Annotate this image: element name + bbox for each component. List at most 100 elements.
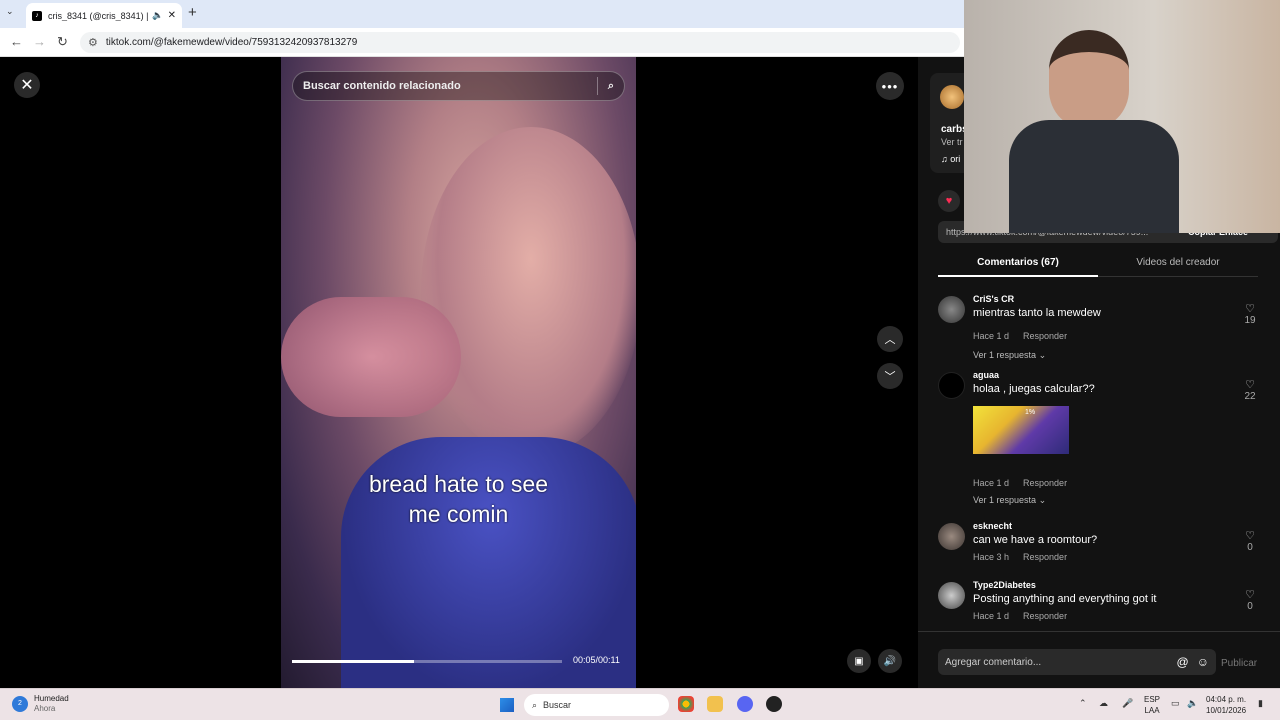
browser-tab-active[interactable]: ♪ cris_8341 (@cris_8341) | Tik 🔈 ✕ [26, 3, 182, 28]
new-tab-icon[interactable]: + [188, 4, 197, 21]
view-replies-label: Ver 1 respuesta [973, 495, 1037, 505]
reload-icon[interactable]: ↻ [57, 34, 68, 50]
weather-widget[interactable]: 2 Humedad Ahora [12, 694, 69, 714]
previous-video-button[interactable]: ︿ [877, 326, 903, 352]
avatar[interactable] [938, 296, 965, 323]
author-translate-link[interactable]: Ver tr [941, 137, 963, 147]
search-icon[interactable]: ⌕ [608, 80, 614, 93]
comment-text: mientras tanto la mewdew [973, 307, 1101, 319]
video-player[interactable]: Buscar contenido relacionado ⌕ bread hat… [281, 57, 636, 688]
tab-comments[interactable]: Comentarios (67) [938, 253, 1098, 277]
volume-icon: 🔊 [883, 655, 897, 667]
related-search-field[interactable]: Buscar contenido relacionado ⌕ [292, 71, 625, 101]
tiktok-favicon-icon: ♪ [32, 10, 42, 21]
windows-start-icon[interactable] [500, 698, 514, 712]
weather-sub: Ahora [34, 704, 56, 713]
comment-author[interactable]: esknecht [973, 521, 1012, 531]
app-icon[interactable] [766, 696, 782, 712]
comment-meta: Hace 3 h Responder [973, 552, 1081, 562]
taskbar: 2 Humedad Ahora ⌕ Buscar ⌃ ☁ 🎤 ESP LAA ▭… [0, 688, 1280, 720]
pip-icon: ▣ [854, 655, 864, 667]
chrome-icon[interactable] [678, 696, 694, 712]
comment-author[interactable]: Type2Diabetes [973, 580, 1036, 590]
music-note-icon: ♫ [941, 154, 948, 164]
video-stage: ✕ Buscar contenido relacionado ⌕ bread h… [0, 57, 918, 688]
video-time: 00:05/00:11 [573, 655, 620, 665]
avatar[interactable] [938, 372, 965, 399]
mention-icon[interactable]: @ [1177, 655, 1189, 669]
view-replies-button[interactable]: Ver 1 respuesta ⌄ [973, 350, 1046, 361]
comment-author[interactable]: aguaa [973, 370, 999, 380]
comment-meta: Hace 1 d Responder [973, 331, 1081, 341]
view-replies-button[interactable]: Ver 1 respuesta ⌄ [973, 495, 1046, 506]
reply-button[interactable]: Responder [1023, 331, 1067, 341]
weather-title: Humedad [34, 694, 69, 703]
author-avatar[interactable] [940, 85, 964, 109]
reply-button[interactable]: Responder [1023, 478, 1067, 488]
clock[interactable]: 04:04 p. m. 10/01/2026 [1206, 694, 1246, 716]
tab-search-icon[interactable]: ⌄ [6, 6, 14, 17]
tray-chevron-up-icon[interactable]: ⌃ [1079, 698, 1087, 709]
speaker-icon[interactable]: 🔈 [152, 10, 163, 21]
discord-icon[interactable] [737, 696, 753, 712]
volume-button[interactable]: 🔊 [878, 649, 902, 673]
search-icon: ⌕ [532, 699, 538, 710]
emoji-icon[interactable]: ☺ [1197, 655, 1209, 669]
music-row[interactable]: ♫ ori [941, 154, 960, 164]
comment-item: aguaa holaa , juegas calcular?? 1% Hace … [938, 370, 1268, 515]
reply-button[interactable]: Responder [1023, 611, 1067, 621]
clock-time: 04:04 p. m. [1206, 695, 1247, 704]
url-field[interactable]: ⚙ tiktok.com/@fakemewdew/video/759313242… [80, 32, 960, 53]
microphone-icon[interactable]: 🎤 [1122, 698, 1133, 709]
comment-author[interactable]: CriS's CR [973, 294, 1014, 304]
close-tab-icon[interactable]: ✕ [168, 10, 176, 21]
video-progress-bar[interactable] [292, 660, 562, 663]
back-icon[interactable]: ← [10, 34, 23, 49]
comments-list[interactable]: CriS's CR mientras tanto la mewdew Hace … [918, 289, 1280, 631]
tab-creator-videos[interactable]: Videos del creador [1098, 253, 1258, 277]
onedrive-icon[interactable]: ☁ [1099, 698, 1108, 709]
heart-outline-icon: ♡ [1245, 530, 1255, 542]
music-label: ori [950, 154, 961, 164]
video-progress-fill [292, 660, 414, 663]
view-replies-label: Ver 1 respuesta [973, 350, 1037, 360]
comment-time: Hace 1 d [973, 331, 1010, 341]
like-video-button[interactable]: ♥ [938, 190, 960, 212]
comment-item: CriS's CR mientras tanto la mewdew Hace … [938, 294, 1268, 364]
reply-button[interactable]: Responder [1023, 552, 1067, 562]
clock-date: 10/01/2026 [1206, 706, 1247, 715]
comment-time: Hace 1 d [973, 611, 1010, 621]
taskbar-search[interactable]: ⌕ Buscar [524, 694, 669, 716]
heart-icon: ♥ [945, 195, 953, 207]
file-explorer-icon[interactable] [707, 696, 723, 712]
like-count: 22 [1244, 391, 1256, 402]
language-indicator[interactable]: ESP LAA [1144, 694, 1160, 716]
add-comment-input[interactable]: Agregar comentario... @ ☺ [938, 649, 1216, 675]
network-icon[interactable]: ▭ [1171, 698, 1180, 709]
close-video-button[interactable]: ✕ [14, 72, 40, 98]
comment-like[interactable]: ♡ 0 [1238, 529, 1262, 553]
comment-like[interactable]: ♡ 22 [1238, 378, 1262, 402]
publish-button[interactable]: Publicar [1221, 658, 1257, 669]
next-video-button[interactable]: ﹀ [877, 363, 903, 389]
comment-item: esknecht can we have a roomtour? Hace 3 … [938, 521, 1268, 571]
site-info-icon[interactable]: ⚙ [88, 36, 98, 49]
notification-icon[interactable]: ▮ [1258, 698, 1263, 709]
comment-text: Posting anything and everything got it [973, 593, 1157, 605]
chevron-down-icon: ⌄ [1038, 350, 1047, 360]
forward-icon[interactable]: → [33, 34, 46, 49]
streamer-head [1049, 30, 1129, 130]
weather-badge: 2 [12, 696, 28, 712]
floating-player-button[interactable]: ▣ [847, 649, 871, 673]
comment-gif-image[interactable]: 1% [973, 406, 1069, 454]
video-caption: bread hate to see me comin [281, 469, 636, 529]
comment-text: can we have a roomtour? [973, 534, 1098, 546]
taskbar-search-label: Buscar [543, 700, 572, 710]
more-options-button[interactable]: ••• [876, 72, 904, 100]
comment-like[interactable]: ♡ 0 [1238, 588, 1262, 612]
avatar[interactable] [938, 582, 965, 609]
chevron-up-icon: ︿ [884, 334, 896, 346]
volume-icon[interactable]: 🔈 [1187, 698, 1198, 709]
comment-like[interactable]: ♡ 19 [1238, 302, 1262, 326]
avatar[interactable] [938, 523, 965, 550]
